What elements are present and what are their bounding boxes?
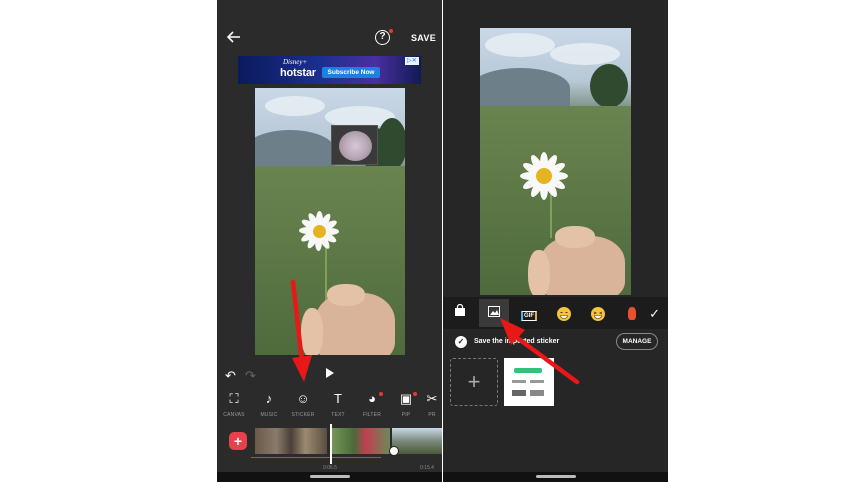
filter-icon: ◕ [368, 391, 376, 406]
video-preview[interactable] [480, 28, 631, 295]
play-icon[interactable] [326, 368, 334, 378]
tab-store[interactable] [445, 299, 475, 327]
undo-icon[interactable]: ↶ [225, 368, 236, 384]
tab-emoji-hand[interactable] [617, 299, 647, 327]
sticker-category-tabs: GIF ✓ [443, 297, 668, 329]
toolbar-label: PIP [401, 412, 411, 418]
save-button[interactable]: SAVE [411, 33, 436, 43]
add-sticker-button[interactable]: + [450, 358, 498, 406]
emoji-grin-icon [557, 306, 571, 321]
home-indicator[interactable] [310, 475, 350, 478]
toolbar-pip[interactable]: ▣ PIP [389, 390, 423, 418]
toolbar-precut[interactable]: ✂ PR [421, 390, 442, 418]
help-icon[interactable]: ? [375, 30, 390, 45]
pip-icon: ▣ [399, 391, 413, 406]
tab-emoji-grin[interactable] [549, 299, 579, 327]
text-icon: T [334, 391, 342, 406]
current-time: 0:06.5 [323, 465, 337, 471]
playhead[interactable] [330, 424, 332, 464]
precut-icon: ✂ [426, 391, 438, 406]
ad-choices-icon[interactable]: ▷✕ [405, 57, 419, 65]
toolbar-text[interactable]: T TEXT [321, 390, 355, 418]
sticker-screen: GIF ✓ ✓ Save the imported sticker MANAGE [443, 0, 668, 482]
system-nav-bar [217, 472, 442, 482]
sticker-icon: ☺ [296, 391, 310, 406]
save-sticker-checkbox[interactable]: ✓ [455, 336, 467, 348]
notification-dot [389, 29, 393, 33]
imported-sticker-thumbnail[interactable] [504, 358, 554, 406]
ad-brand-top: Disney+ [283, 58, 308, 66]
ad-brand: hotstar [280, 67, 316, 79]
ad-subscribe-button[interactable]: Subscribe Now [322, 67, 380, 78]
system-nav-bar [443, 472, 668, 482]
toolbar-sticker[interactable]: ☺ STICKER [286, 390, 320, 418]
manage-button[interactable]: MANAGE [616, 333, 658, 350]
toolbar-label: PR [428, 412, 436, 418]
home-indicator[interactable] [536, 475, 576, 478]
clip-trim-handle[interactable] [389, 446, 399, 456]
canvas-icon: ⛶ [229, 391, 239, 406]
total-time: 0:15.4 [420, 465, 434, 471]
save-sticker-label: Save the imported sticker [474, 338, 560, 345]
audio-track [251, 457, 381, 458]
timeline-clip[interactable] [392, 428, 442, 454]
confirm-check-icon[interactable]: ✓ [649, 306, 660, 322]
toolbar-filter[interactable]: ◕ FILTER [355, 390, 389, 418]
toolbar-label: MUSIC [260, 412, 278, 418]
tab-image[interactable] [479, 299, 509, 327]
gif-icon: GIF [521, 311, 537, 321]
back-arrow-icon[interactable] [226, 30, 243, 46]
add-clip-button[interactable]: + [229, 432, 247, 450]
timeline-clip[interactable] [330, 428, 390, 454]
toolbar-label: TEXT [331, 412, 345, 418]
music-icon: ♪ [265, 391, 273, 406]
redo-icon[interactable]: ↷ [245, 368, 256, 384]
toolbar-music[interactable]: ♪ MUSIC [252, 390, 286, 418]
image-icon [488, 305, 500, 320]
toolbar-canvas[interactable]: ⛶ CANVAS [217, 390, 251, 418]
toolbar-label: CANVAS [223, 412, 245, 418]
shopping-bag-icon [454, 303, 466, 320]
screenshot-stage: ? SAVE Disney+ hotstar Subscribe Now ▷✕ [0, 0, 856, 482]
emoji-hand-icon [628, 307, 636, 321]
save-sticker-row: ✓ Save the imported sticker MANAGE [443, 329, 668, 355]
tab-emoji-laugh[interactable] [583, 299, 613, 327]
notification-dot [379, 392, 383, 396]
toolbar-label: STICKER [291, 412, 315, 418]
ad-banner[interactable]: Disney+ hotstar Subscribe Now ▷✕ [238, 56, 421, 84]
timeline[interactable]: + 0:06.5 0:15.4 [217, 424, 442, 472]
toolbar-label: FILTER [362, 412, 382, 418]
editor-screen: ? SAVE Disney+ hotstar Subscribe Now ▷✕ [217, 0, 442, 482]
timeline-clip[interactable] [255, 428, 327, 454]
video-preview[interactable] [255, 88, 405, 355]
placed-sticker[interactable] [331, 125, 378, 165]
bottom-toolbar: ⛶ CANVAS ♪ MUSIC ☺ STICKER T TEXT ◕ FILT… [217, 390, 442, 422]
emoji-laugh-icon [591, 306, 605, 321]
notification-dot [413, 392, 417, 396]
tab-gif[interactable]: GIF [514, 299, 544, 327]
